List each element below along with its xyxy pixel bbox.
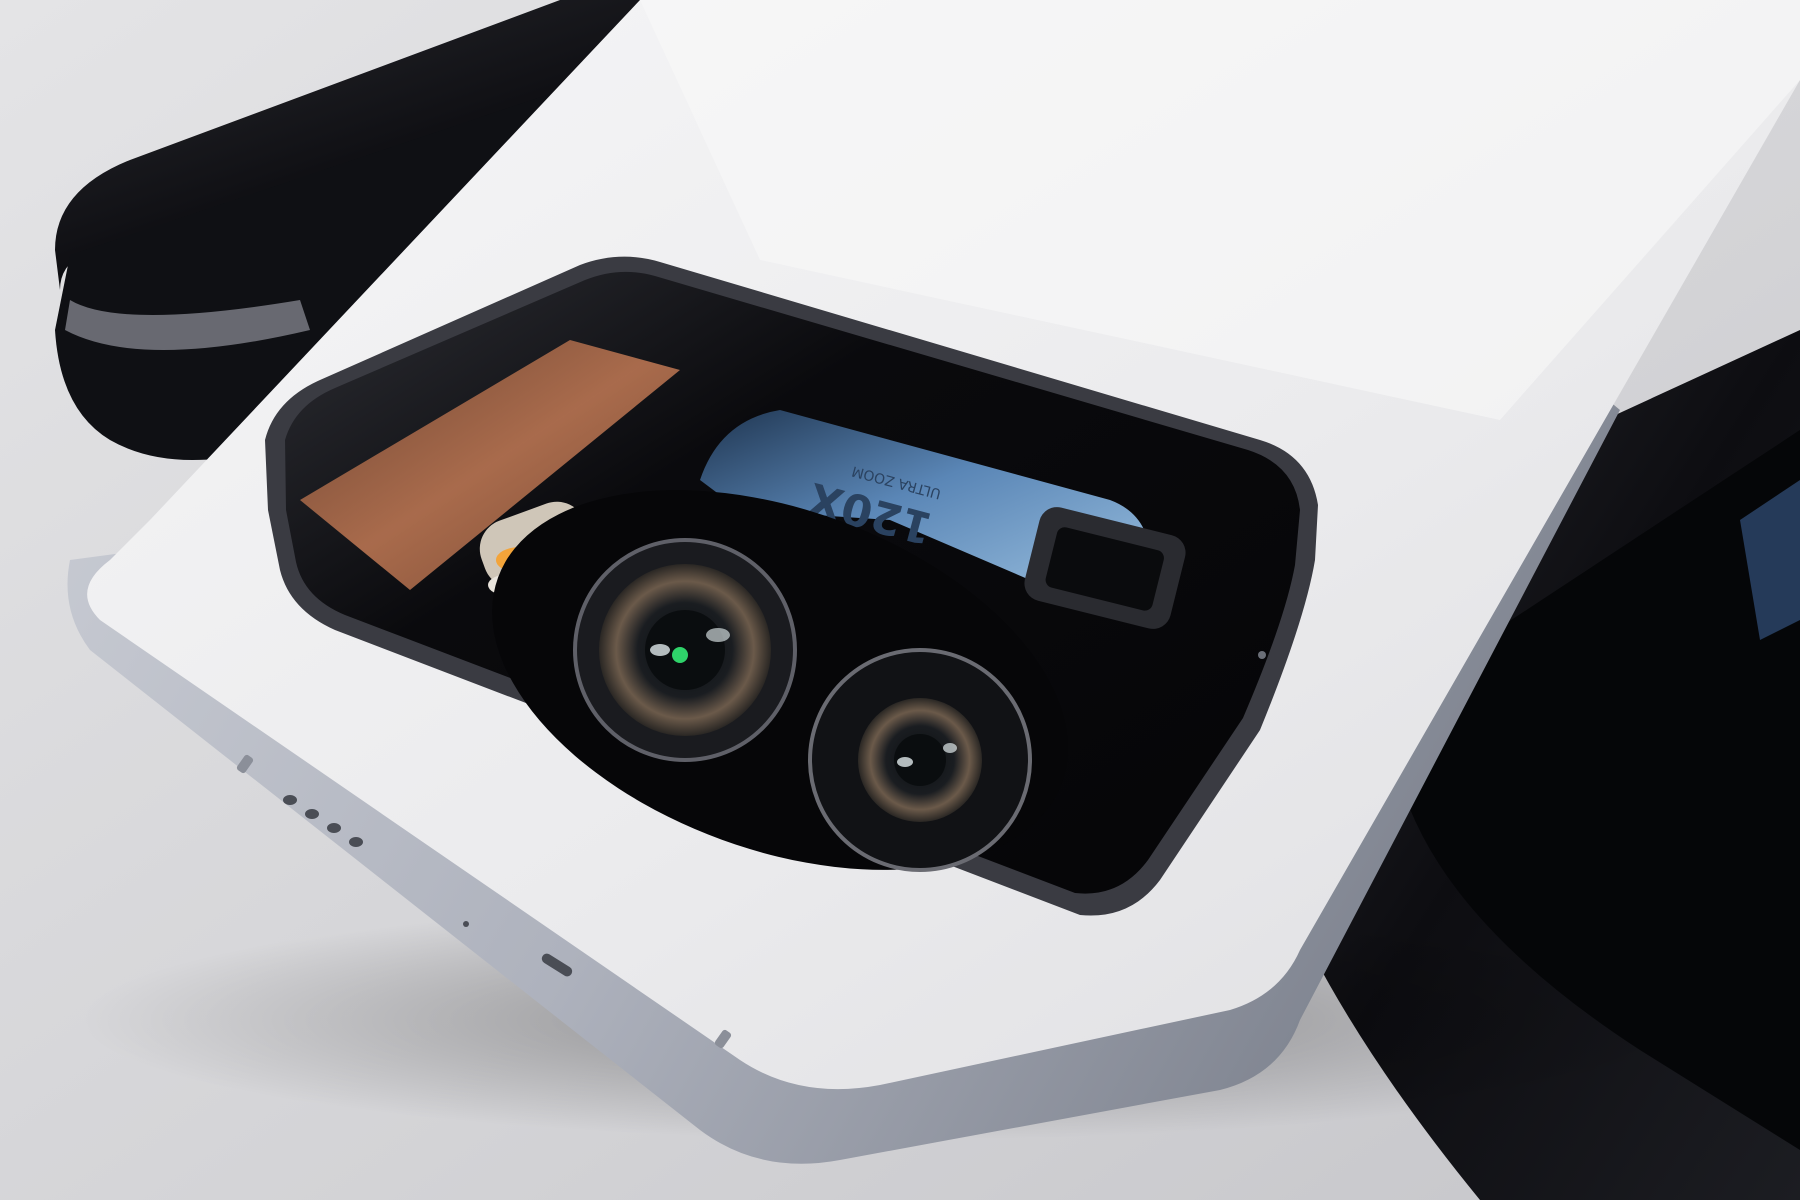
microphone-hole bbox=[1258, 651, 1266, 659]
scene-illustration: 120X ULTRA ZOOM bbox=[0, 0, 1800, 1200]
photo-scene: 120X ULTRA ZOOM bbox=[0, 0, 1800, 1200]
secondary-camera-lens-icon bbox=[808, 648, 1032, 872]
main-camera-lens-icon bbox=[573, 538, 797, 762]
